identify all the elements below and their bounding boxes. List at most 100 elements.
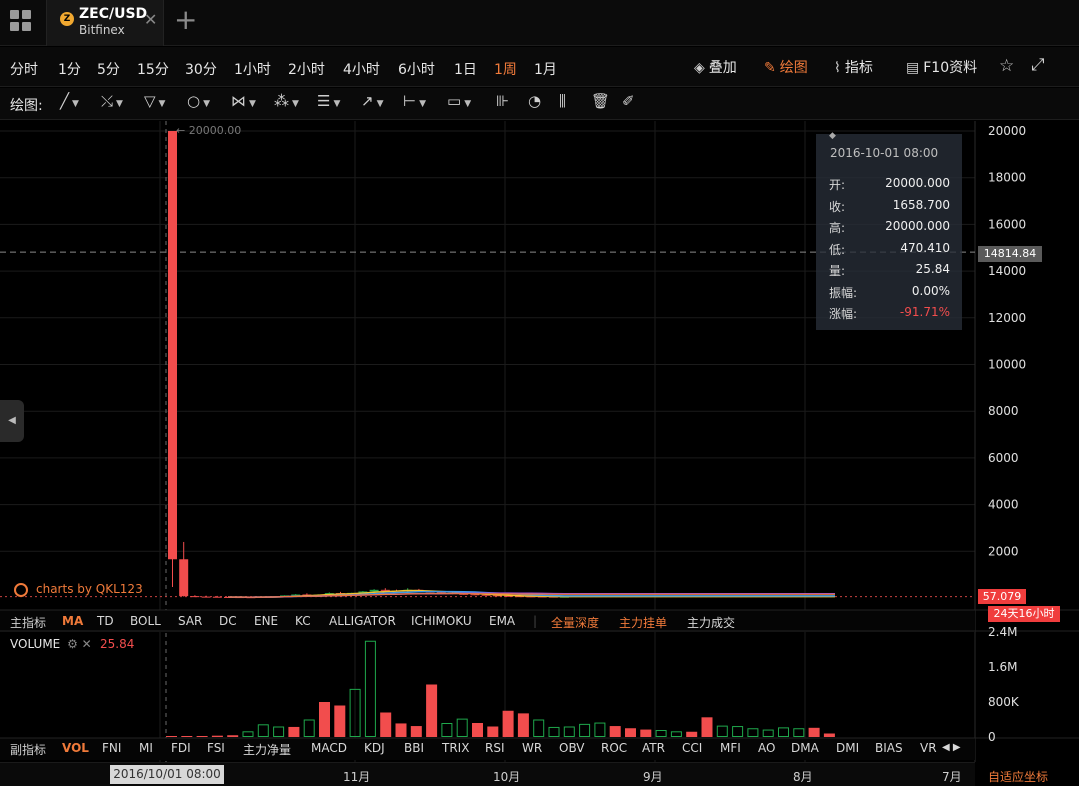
- main-indicator-alligator[interactable]: ALLIGATOR: [329, 614, 396, 628]
- tool-叠加[interactable]: ◈ 叠加: [694, 57, 737, 77]
- measure-tool-icon[interactable]: ⊢ ▼: [403, 92, 426, 110]
- triangle-tool-icon[interactable]: ▽ ▼: [144, 92, 165, 110]
- candle-body: [380, 589, 390, 591]
- line-tool-icon-glyph: ╱: [60, 92, 70, 110]
- sub-indicator-9[interactable]: TRIX: [442, 741, 469, 755]
- qkl-logo-icon: [14, 582, 28, 597]
- sub-indicator-16[interactable]: MFI: [720, 741, 741, 755]
- sub-indicator-7[interactable]: KDJ: [364, 741, 385, 755]
- sub-indicator-12[interactable]: OBV: [559, 741, 585, 755]
- sub-indicator-18[interactable]: DMA: [791, 741, 819, 755]
- line-tool-icon[interactable]: ╱ ▼: [60, 92, 79, 110]
- price-tick-label: 14000: [988, 264, 1026, 278]
- depth-option-0[interactable]: 全量深度: [551, 614, 599, 631]
- volume-bar: [410, 726, 422, 737]
- fib-tool-icon[interactable]: ☰ ▼: [317, 92, 340, 110]
- sub-indicator-4[interactable]: FSI: [207, 741, 225, 755]
- period-2[interactable]: 5分: [97, 59, 120, 79]
- candle-body: [212, 596, 222, 598]
- tool-label: 指标: [844, 60, 873, 76]
- bar-style-icon[interactable]: ⊪: [496, 92, 509, 110]
- tool-F10资料[interactable]: ▤ F10资料: [906, 57, 977, 77]
- sub-indicator-6[interactable]: MACD: [311, 741, 347, 755]
- dropdown-caret-icon: ▼: [249, 99, 256, 109]
- collapse-panel-handle[interactable]: ◀: [0, 400, 24, 442]
- volume-bar: [517, 713, 529, 737]
- period-1[interactable]: 1分: [58, 59, 81, 79]
- main-indicator-boll[interactable]: BOLL: [130, 614, 161, 628]
- dropdown-caret-icon: ▼: [464, 99, 472, 109]
- sub-indicator-5[interactable]: 主力净量: [243, 741, 291, 758]
- sub-indicator-19[interactable]: DMI: [836, 741, 859, 755]
- brush-icon[interactable]: ✐: [622, 92, 635, 110]
- period-7[interactable]: 4小时: [343, 59, 380, 79]
- main-indicator-ichimoku[interactable]: ICHIMOKU: [411, 614, 472, 628]
- hist-style-icon[interactable]: ⫼: [559, 92, 566, 110]
- add-tab-icon[interactable]: +: [174, 5, 197, 35]
- period-6[interactable]: 2小时: [288, 59, 325, 79]
- volume-close-icon[interactable]: ✕: [82, 637, 92, 651]
- main-indicator-dc[interactable]: DC: [219, 614, 237, 628]
- tab-close-icon[interactable]: ✕: [144, 10, 157, 29]
- period-5[interactable]: 1小时: [234, 59, 271, 79]
- circle-tool-icon-glyph: ○: [187, 92, 201, 110]
- period-11[interactable]: 1月: [534, 59, 557, 79]
- trend-tool-icon[interactable]: ⤯ ▼: [101, 92, 123, 110]
- trash-icon[interactable]: 🗑: [591, 92, 610, 110]
- draw-label: 绘图:: [10, 98, 43, 114]
- period-9[interactable]: 1日: [454, 59, 477, 79]
- sub-indicator-20[interactable]: BIAS: [875, 741, 903, 755]
- document-icon: ▤: [906, 60, 920, 76]
- candle-style-icon[interactable]: ◔: [528, 92, 541, 110]
- main-indicator-ene[interactable]: ENE: [254, 614, 278, 628]
- tooltip-value: 25.84: [915, 262, 950, 276]
- candle-body: [168, 131, 177, 560]
- period-4[interactable]: 30分: [185, 59, 217, 79]
- dropdown-caret-icon: ▼: [376, 99, 384, 109]
- sub-indicator-11[interactable]: WR: [522, 741, 542, 755]
- sub-indicator-1[interactable]: FNI: [102, 741, 121, 755]
- sub-indicator-0[interactable]: VOL: [62, 741, 89, 755]
- sub-indicator-14[interactable]: ATR: [642, 741, 665, 755]
- main-indicator-td[interactable]: TD: [97, 614, 114, 628]
- pair-title: ZEC/USD: [79, 6, 148, 22]
- sub-indicator-17[interactable]: AO: [758, 741, 775, 755]
- main-indicator-ema[interactable]: EMA: [489, 614, 515, 628]
- tool-指标[interactable]: ⌇ 指标: [834, 57, 873, 77]
- arrow-tool-icon[interactable]: ↗ ▼: [361, 92, 384, 110]
- fullscreen-icon[interactable]: ⤢: [1031, 55, 1045, 75]
- sub-indicator-8[interactable]: BBI: [404, 741, 424, 755]
- volume-settings-icon[interactable]: ⚙: [67, 637, 78, 651]
- comment-tool-icon-glyph: ▭: [447, 92, 462, 110]
- depth-option-2[interactable]: 主力成交: [687, 614, 735, 631]
- autoscale-toggle[interactable]: 自适应坐标: [988, 768, 1048, 785]
- volume-bar: [655, 730, 667, 737]
- sub-indicator-2[interactable]: MI: [139, 741, 153, 755]
- sub-indicator-21[interactable]: VR: [920, 741, 937, 755]
- wave-tool-icon[interactable]: ⋈ ▼: [231, 92, 256, 110]
- circle-tool-icon[interactable]: ○ ▼: [187, 92, 210, 110]
- main-indicator-sar[interactable]: SAR: [178, 614, 202, 628]
- tool-label: 绘图: [779, 60, 808, 76]
- comment-tool-icon[interactable]: ▭ ▼: [447, 92, 471, 110]
- period-3[interactable]: 15分: [137, 59, 169, 79]
- volume-bar: [579, 723, 591, 737]
- volume-bar: [625, 728, 636, 737]
- sub-indicator-10[interactable]: RSI: [485, 741, 505, 755]
- pattern-tool-icon[interactable]: ⁂ ▼: [274, 92, 299, 110]
- tooltip-date: 2016-10-01 08:00: [830, 146, 939, 160]
- scroll-arrows-icon[interactable]: ◀ ▶: [942, 742, 961, 753]
- main-indicator-kc[interactable]: KC: [295, 614, 311, 628]
- period-8[interactable]: 6小时: [398, 59, 435, 79]
- period-10[interactable]: 1周: [494, 59, 517, 79]
- wave-tool-icon-glyph: ⋈: [231, 92, 246, 110]
- apps-grid-icon[interactable]: [10, 10, 34, 34]
- favorite-star-icon[interactable]: ☆: [999, 56, 1014, 76]
- tool-绘图[interactable]: ✎ 绘图: [764, 57, 808, 77]
- sub-indicator-15[interactable]: CCI: [682, 741, 702, 755]
- sub-indicator-3[interactable]: FDI: [171, 741, 191, 755]
- sub-indicator-13[interactable]: ROC: [601, 741, 627, 755]
- period-0[interactable]: 分时: [10, 59, 38, 79]
- depth-option-1[interactable]: 主力挂单: [619, 614, 667, 631]
- main-indicator-ma[interactable]: MA: [62, 614, 83, 628]
